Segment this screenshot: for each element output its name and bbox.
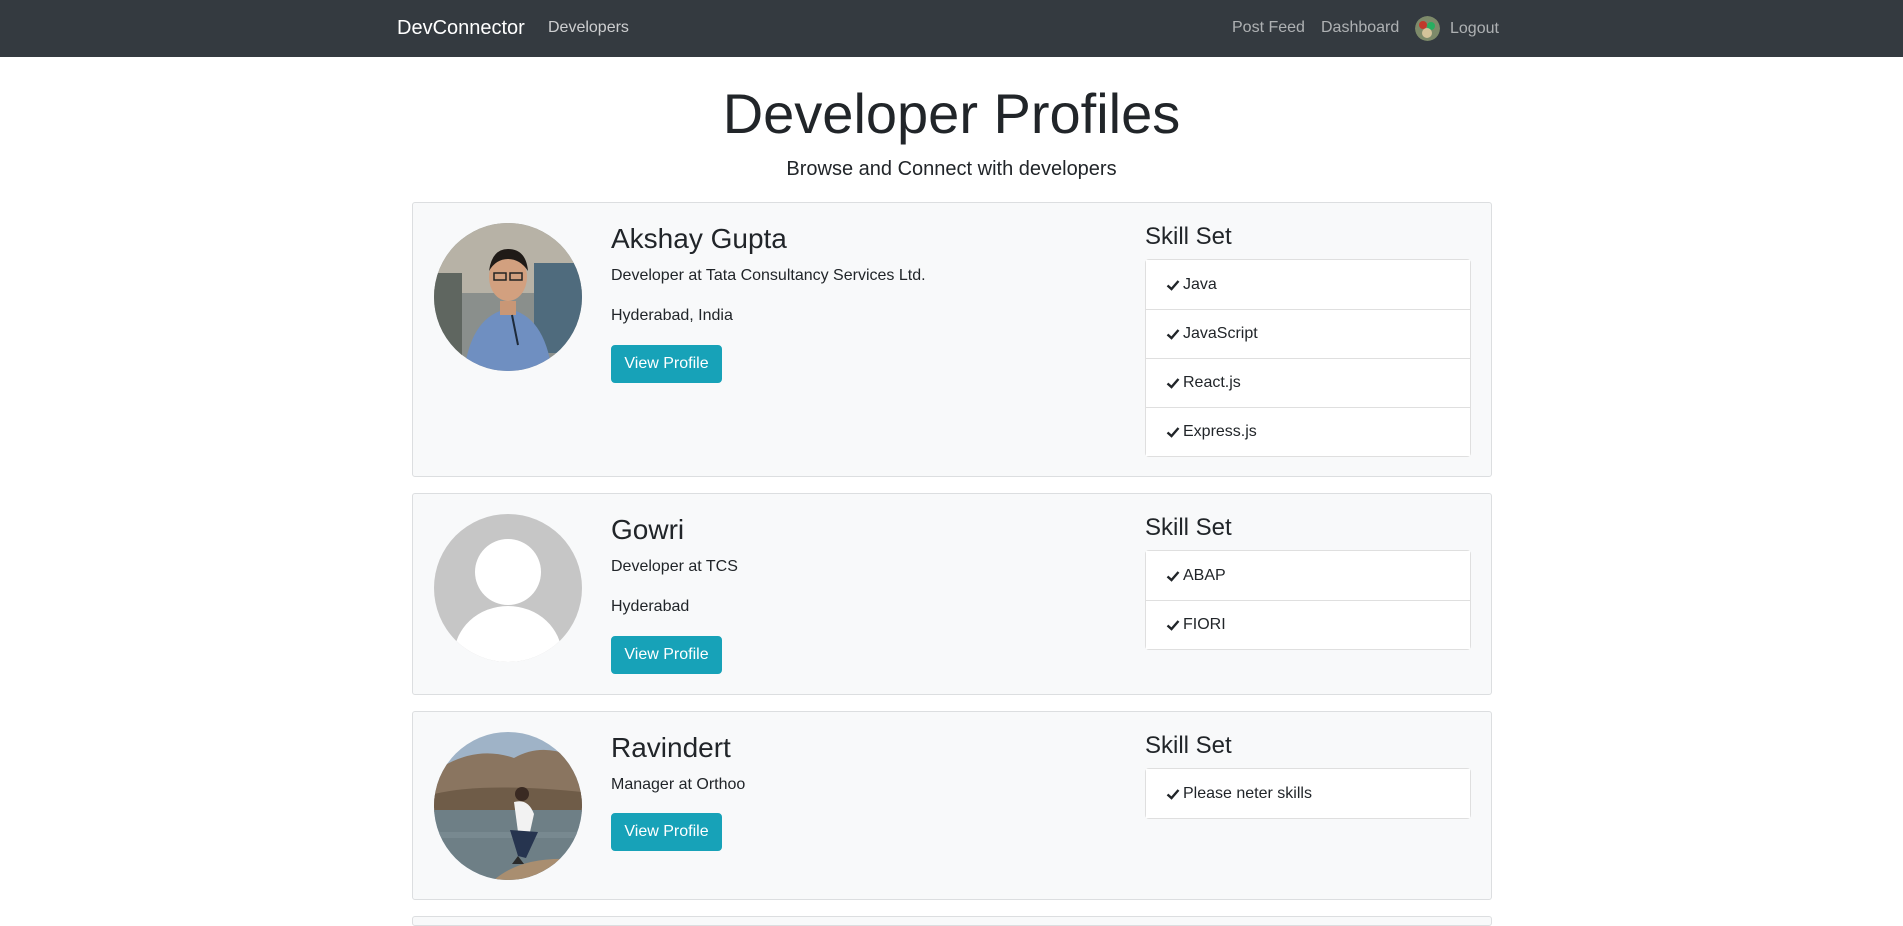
logout-label: Logout [1450, 19, 1499, 37]
skill-set-heading: Skill Set [1145, 732, 1232, 759]
view-profile-button[interactable]: View Profile [611, 345, 722, 383]
page-title: Developer Profiles [722, 82, 1181, 145]
view-profile-button[interactable]: View Profile [611, 813, 722, 851]
profile-avatar [434, 223, 582, 371]
check-icon [1166, 570, 1180, 582]
skill-label: Please neter skills [1183, 784, 1312, 802]
default-avatar [434, 514, 582, 662]
skill-item: Express.js [1146, 407, 1470, 456]
skill-list: ABAP FIORI [1145, 550, 1471, 650]
skill-label: Java [1183, 275, 1217, 293]
skill-set-heading: Skill Set [1145, 514, 1232, 541]
skill-item: Please neter skills [1146, 769, 1470, 818]
skill-label: FIORI [1183, 616, 1226, 633]
page-subtitle: Browse and Connect with developers [786, 158, 1117, 180]
skill-list: Please neter skills [1145, 768, 1471, 819]
profile-status: Developer at TCS [611, 558, 738, 575]
navbar: DevConnector Developers Post Feed Dashbo… [0, 0, 1903, 57]
skill-item: ABAP [1146, 551, 1470, 600]
profile-location: Hyderabad, India [611, 307, 733, 324]
profile-name: Akshay Gupta [611, 223, 787, 254]
check-icon [1166, 329, 1180, 340]
check-icon [1166, 427, 1180, 438]
skill-label: React.js [1183, 374, 1241, 391]
profile-name: Ravindert [611, 732, 731, 763]
skill-set-heading: Skill Set [1145, 223, 1232, 250]
check-icon [1166, 620, 1180, 631]
check-icon [1166, 279, 1180, 291]
nav-post-feed[interactable]: Post Feed [1232, 19, 1305, 37]
user-avatar-icon [1415, 16, 1440, 41]
nav-logout[interactable]: Logout [1415, 16, 1499, 41]
view-profile-button[interactable]: View Profile [611, 636, 722, 674]
check-icon [1166, 378, 1180, 389]
profile-name: Gowri [611, 514, 685, 545]
skill-label: ABAP [1183, 566, 1226, 584]
brand-link[interactable]: DevConnector [397, 17, 525, 40]
skill-item: Java [1146, 260, 1470, 309]
skill-label: JavaScript [1183, 325, 1258, 342]
skill-item: FIORI [1146, 600, 1470, 649]
profile-card: Akshay Gupta Developer at Tata Consultan… [412, 202, 1492, 477]
profile-avatar [434, 732, 582, 880]
skill-item: React.js [1146, 358, 1470, 407]
nav-dashboard[interactable]: Dashboard [1321, 19, 1399, 37]
profile-card-partial [412, 916, 1492, 926]
profile-card: Ravindert Manager at Orthoo View Profile… [412, 711, 1492, 900]
skill-item: JavaScript [1146, 309, 1470, 358]
profile-status: Manager at Orthoo [611, 776, 746, 793]
skill-label: Express.js [1183, 423, 1257, 440]
nav-developers[interactable]: Developers [548, 19, 629, 37]
profile-card: Gowri Developer at TCS Hyderabad View Pr… [412, 493, 1492, 695]
profile-status: Developer at Tata Consultancy Services L… [611, 267, 926, 284]
check-icon [1166, 788, 1180, 800]
profile-location: Hyderabad [611, 598, 690, 615]
skill-list: Java JavaScript React.js Express.js [1145, 259, 1471, 457]
